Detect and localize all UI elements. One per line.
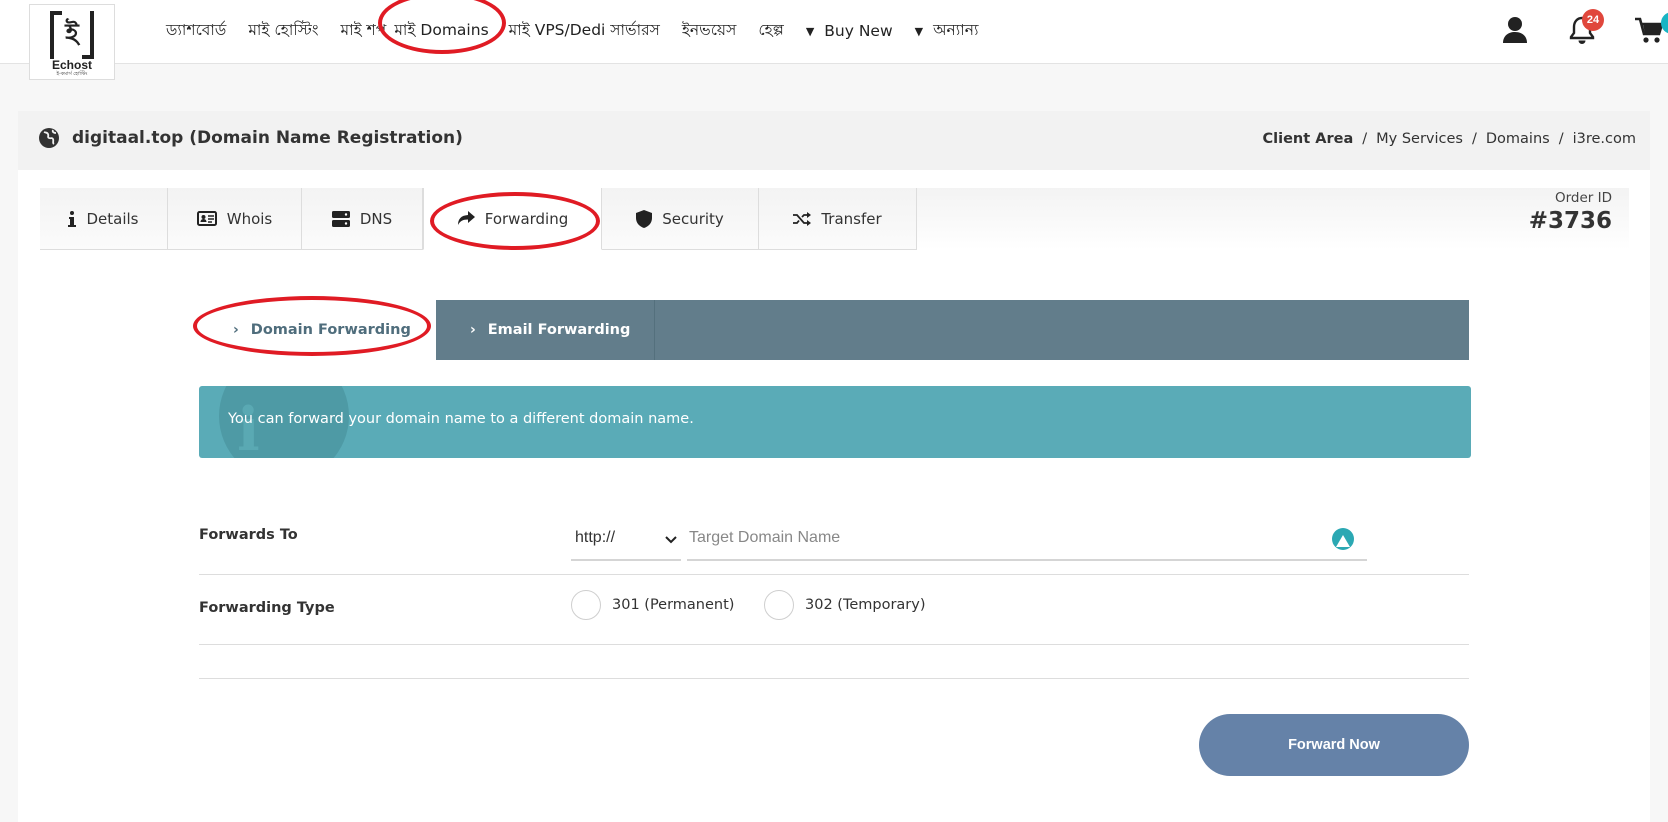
target-domain-input[interactable] (687, 517, 1367, 561)
user-icon[interactable] (1495, 10, 1535, 50)
nav-my-hosting[interactable]: মাই হোস্টিং (248, 18, 318, 44)
breadcrumb-client-area[interactable]: Client Area (1263, 131, 1354, 147)
nav-buy-new[interactable]: ▼ Buy New (806, 22, 893, 40)
nav-buy-new-label: Buy New (824, 22, 893, 40)
chevron-right-icon: › (233, 322, 239, 338)
nav-my-domains-label: মাই Domains (394, 21, 489, 39)
forwards-to-label: Forwards To (199, 527, 298, 543)
subtab-domain-forwarding-label: Domain Forwarding (250, 322, 411, 338)
order-id-label: Order ID (1554, 190, 1612, 206)
page-title: digitaal.top (Domain Name Registration) (72, 128, 463, 148)
tab-transfer[interactable]: Transfer (759, 188, 917, 250)
order-id-number: #3736 (1528, 208, 1612, 234)
page-header: digitaal.top (Domain Name Registration) … (18, 111, 1650, 170)
chevron-right-icon: › (470, 322, 476, 338)
shield-icon (636, 209, 653, 228)
radio-301-label: 301 (Permanent) (612, 597, 735, 613)
divider (199, 574, 1469, 575)
breadcrumb-my-services[interactable]: My Services (1376, 131, 1463, 147)
subtab-email-forwarding[interactable]: › Email Forwarding (436, 300, 655, 360)
top-icons: 24 0 (1368, 9, 1668, 52)
logo-name: Echost (51, 58, 92, 72)
chevron-down-icon (665, 531, 677, 549)
tab-transfer-label: Transfer (821, 209, 882, 228)
breadcrumb: Client Area / My Services / Domains / i3re.com (1262, 131, 1636, 147)
subtab-domain-forwarding[interactable]: › Domain Forwarding (193, 296, 436, 360)
tab-security[interactable]: Security (602, 188, 759, 250)
caret-down-icon: ▼ (805, 24, 815, 38)
nav-invoice[interactable]: ইনভয়েস (682, 18, 736, 44)
notifications-badge: 24 (1582, 9, 1604, 31)
forwarding-type-label: Forwarding Type (199, 600, 335, 616)
nav-other-label: অন্যান্য (933, 21, 979, 39)
password-manager-icon[interactable] (1332, 528, 1354, 550)
tab-security-label: Security (662, 209, 724, 228)
logo-tagline: ই-কমার্স হোস্টিং (56, 71, 88, 77)
divider (199, 644, 1469, 645)
id-card-icon (196, 211, 217, 226)
info-alert: i You can forward your domain name to a … (199, 386, 1471, 458)
tab-details[interactable]: Details (40, 188, 168, 250)
cart-icon[interactable]: 0 (1629, 10, 1668, 50)
tab-dns[interactable]: DNS (302, 188, 423, 250)
radio-button[interactable] (571, 590, 601, 620)
nav-my-shop[interactable]: মাই শপ (341, 18, 387, 44)
info-icon: i (237, 395, 260, 458)
nav-other[interactable]: ▼ অন্যান্য (915, 18, 979, 44)
radio-button[interactable] (764, 590, 794, 620)
info-icon (68, 210, 77, 227)
protocol-select-value: http:// (575, 529, 616, 546)
tab-details-label: Details (86, 209, 139, 228)
nav-my-domains[interactable]: মাই Domains (378, 0, 507, 54)
forwarding-subtabs: › Domain Forwarding › Email Forwarding (193, 296, 1469, 360)
caret-down-icon: ▼ (914, 24, 924, 38)
nav-dashboard[interactable]: ড্যাশবোর্ড (166, 18, 226, 44)
forward-now-button[interactable]: Forward Now (1199, 714, 1469, 776)
order-id: Order ID #3736 (1529, 190, 1612, 234)
main-nav: ড্যাশবোর্ড মাই হোস্টিং মাই শপ মাই Domain… (166, 0, 1001, 62)
tab-dns-label: DNS (359, 209, 393, 228)
top-navbar: ই Echost ই-কমার্স হোস্টিং ড্যাশবোর্ড মাই… (0, 0, 1668, 80)
globe-icon (38, 127, 60, 153)
divider (199, 678, 1469, 679)
tab-whois[interactable]: Whois (168, 188, 302, 250)
logo-mark: ই (50, 11, 94, 59)
protocol-select[interactable]: http:// (571, 517, 681, 561)
nav-my-vps[interactable]: মাই VPS/Dedi সার্ভারস (509, 18, 660, 44)
domain-tabs: Details Whois DNS Forwarding Security Tr… (40, 188, 917, 250)
radio-302-temporary[interactable]: 302 (Temporary) (764, 590, 926, 620)
radio-301-permanent[interactable]: 301 (Permanent) (571, 590, 734, 620)
echost-logo[interactable]: ই Echost ই-কমার্স হোস্টিং (29, 4, 115, 80)
tab-forwarding[interactable]: Forwarding (423, 188, 602, 250)
bell-icon[interactable]: 24 (1562, 9, 1604, 50)
shuffle-icon (793, 211, 812, 226)
nav-help[interactable]: হেল্প (758, 18, 784, 44)
breadcrumb-domains[interactable]: Domains (1486, 131, 1550, 147)
breadcrumb-current: i3re.com (1572, 131, 1636, 147)
server-icon (331, 210, 350, 227)
subtab-email-forwarding-label: Email Forwarding (487, 322, 631, 338)
tab-forwarding-label: Forwarding (484, 209, 569, 228)
info-message: You can forward your domain name to a di… (228, 411, 694, 427)
main-panel: Details Whois DNS Forwarding Security Tr… (18, 170, 1650, 822)
tab-whois-label: Whois (226, 209, 273, 228)
radio-302-label: 302 (Temporary) (805, 597, 926, 613)
share-icon (457, 211, 475, 226)
